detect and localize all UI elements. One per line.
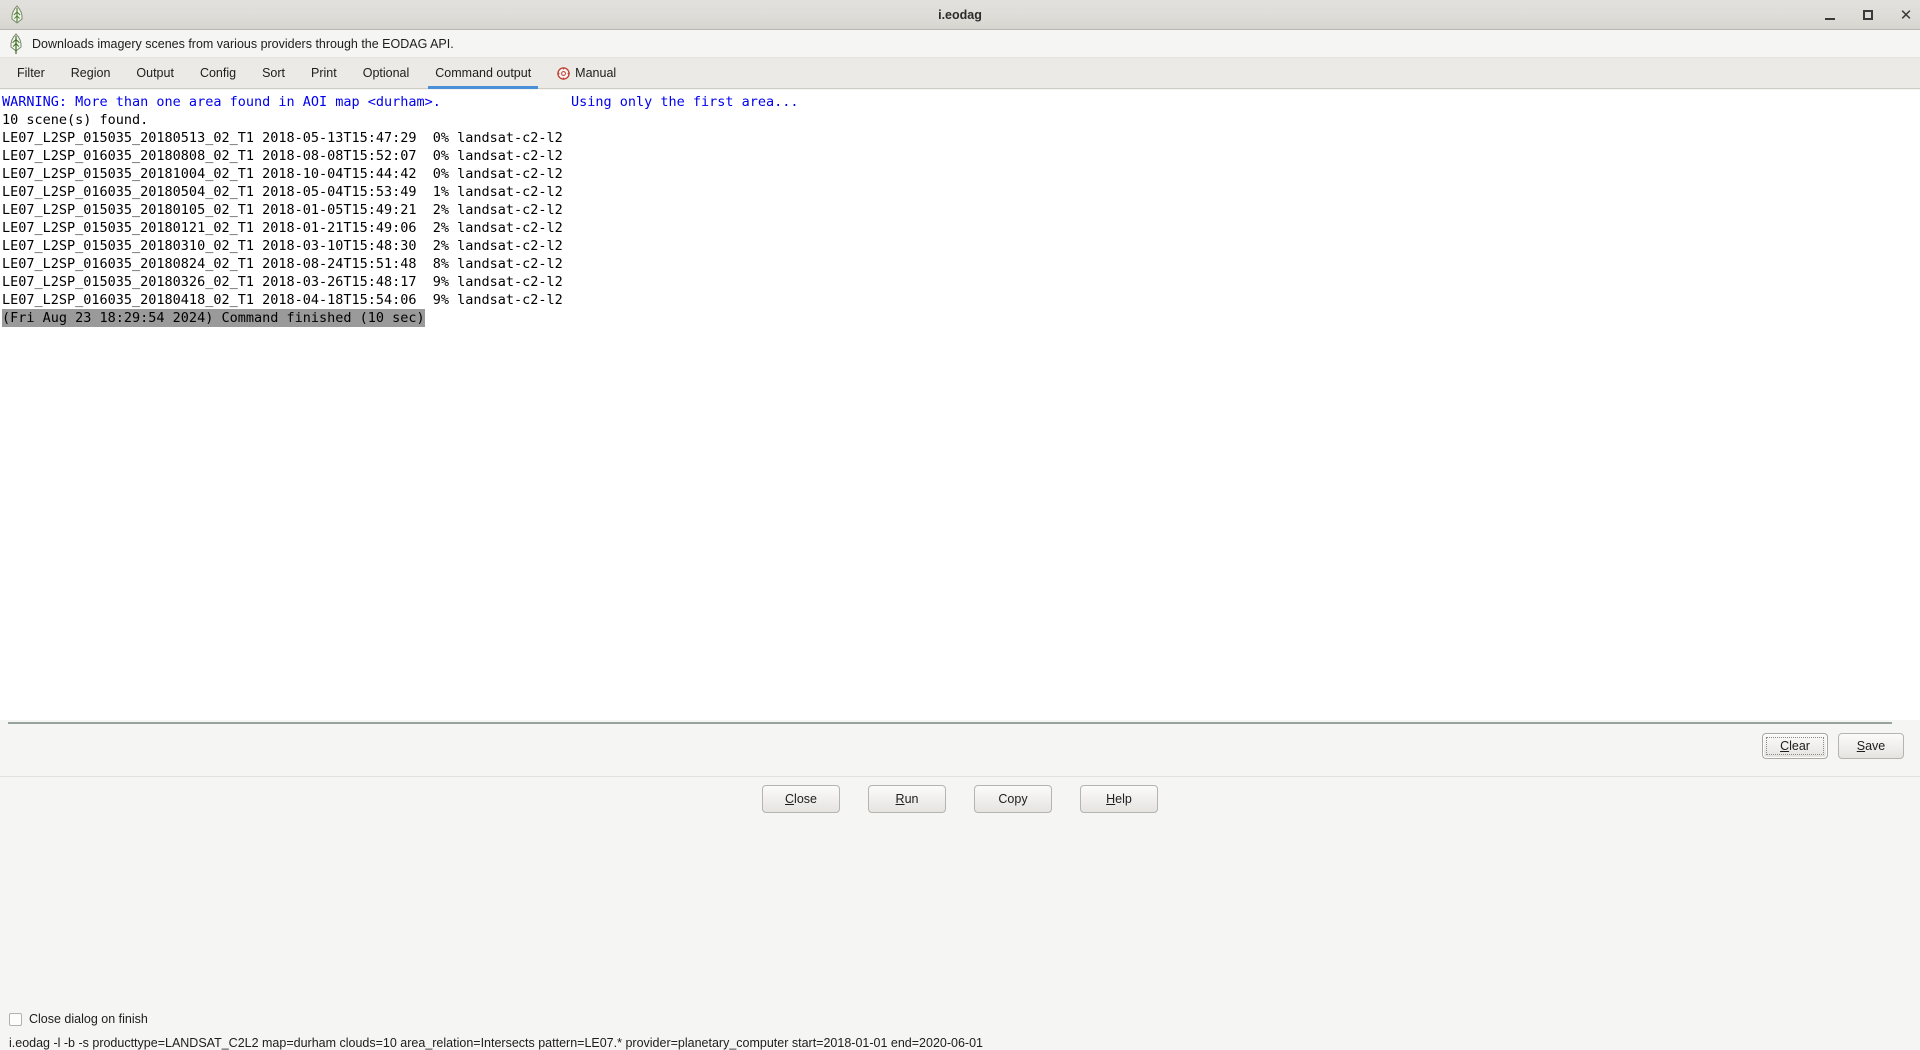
output-line: 10 scene(s) found.	[2, 112, 149, 128]
output-separator	[8, 722, 1892, 724]
tab-filter[interactable]: Filter	[4, 58, 58, 88]
output-line-finished: (Fri Aug 23 18:29:54 2024) Command finis…	[2, 309, 425, 327]
grass-leaf-icon	[4, 2, 30, 28]
tab-optional[interactable]: Optional	[350, 58, 423, 88]
module-description-bar: Downloads imagery scenes from various pr…	[0, 30, 1920, 58]
output-line: LE07_L2SP_016035_20180824_02_T1 2018-08-…	[2, 256, 563, 272]
output-line-finished-wrapper: (Fri Aug 23 18:29:54 2024) Command finis…	[2, 309, 1920, 327]
tab-command-output[interactable]: Command output	[422, 58, 544, 89]
tab-label: Command output	[435, 66, 532, 80]
clear-mnemonic: C	[1780, 739, 1790, 753]
output-line: LE07_L2SP_015035_20180105_02_T1 2018-01-…	[2, 202, 563, 218]
close-label: lose	[794, 791, 817, 806]
help-label: elp	[1115, 791, 1132, 806]
window-controls: ✕	[1822, 0, 1914, 30]
output-controls: Clear Save	[1762, 733, 1904, 759]
tab-label: Output	[136, 66, 174, 80]
help-manual-icon	[557, 66, 570, 80]
output-line: LE07_L2SP_016035_20180808_02_T1 2018-08-…	[2, 148, 563, 164]
help-mnemonic: H	[1106, 791, 1116, 806]
tab-label: Region	[70, 66, 111, 80]
close-button[interactable]: Close	[762, 784, 840, 813]
window-title: i.eodag	[938, 7, 982, 22]
output-line: LE07_L2SP_016035_20180418_02_T1 2018-04-…	[2, 292, 563, 308]
output-line: LE07_L2SP_015035_20181004_02_T1 2018-10-…	[2, 166, 563, 182]
close-dialog-on-finish-label: Close dialog on finish	[29, 1012, 148, 1026]
run-label: un	[904, 791, 919, 806]
output-line: LE07_L2SP_015035_20180326_02_T1 2018-03-…	[2, 274, 563, 290]
output-scrollbar[interactable]	[1908, 90, 1918, 720]
clear-label: lear	[1789, 739, 1810, 753]
copy-label: Copy	[998, 791, 1028, 806]
dialog-action-bar: Close Run Copy Help	[0, 776, 1920, 820]
minimize-icon[interactable]	[1822, 7, 1838, 23]
tab-label: Filter	[17, 66, 45, 80]
tab-strip: Filter Region Output Config Sort Print O…	[0, 58, 1920, 89]
tab-sort[interactable]: Sort	[249, 58, 298, 88]
close-dialog-on-finish-row[interactable]: Close dialog on finish	[9, 1012, 148, 1026]
command-output-textarea[interactable]: WARNING: More than one area found in AOI…	[0, 90, 1920, 720]
output-line: LE07_L2SP_015035_20180513_02_T1 2018-05-…	[2, 130, 563, 146]
close-dialog-on-finish-checkbox[interactable]	[9, 1012, 22, 1026]
copy-button[interactable]: Copy	[974, 784, 1052, 813]
tab-label: Sort	[262, 66, 286, 80]
tab-label: Config	[199, 66, 237, 80]
save-button[interactable]: Save	[1838, 733, 1904, 759]
output-line: LE07_L2SP_016035_20180504_02_T1 2018-05-…	[2, 184, 563, 200]
clear-button[interactable]: Clear	[1762, 733, 1828, 759]
run-mnemonic: R	[895, 791, 905, 806]
save-label: ave	[1865, 739, 1886, 753]
output-line: LE07_L2SP_015035_20180121_02_T1 2018-01-…	[2, 220, 563, 236]
window-titlebar: i.eodag ✕	[0, 0, 1920, 30]
output-line-warning: WARNING: More than one area found in AOI…	[2, 94, 799, 110]
save-mnemonic: S	[1856, 739, 1866, 753]
tab-output[interactable]: Output	[123, 58, 187, 88]
maximize-icon[interactable]	[1860, 7, 1876, 23]
output-line: LE07_L2SP_015035_20180310_02_T1 2018-03-…	[2, 238, 563, 254]
tab-config[interactable]: Config	[187, 58, 249, 88]
run-button[interactable]: Run	[868, 784, 946, 813]
tab-label: Optional	[362, 66, 410, 80]
tab-label: Manual	[575, 66, 617, 80]
help-button[interactable]: Help	[1080, 784, 1158, 813]
close-mnemonic: C	[785, 791, 795, 806]
module-description-text: Downloads imagery scenes from various pr…	[32, 36, 454, 51]
tab-manual[interactable]: Manual	[544, 58, 629, 88]
tab-region[interactable]: Region	[58, 58, 124, 88]
tab-label: Print	[311, 66, 337, 80]
grass-leaf-icon	[4, 32, 28, 56]
tab-print[interactable]: Print	[298, 58, 350, 88]
close-icon[interactable]: ✕	[1898, 7, 1914, 23]
